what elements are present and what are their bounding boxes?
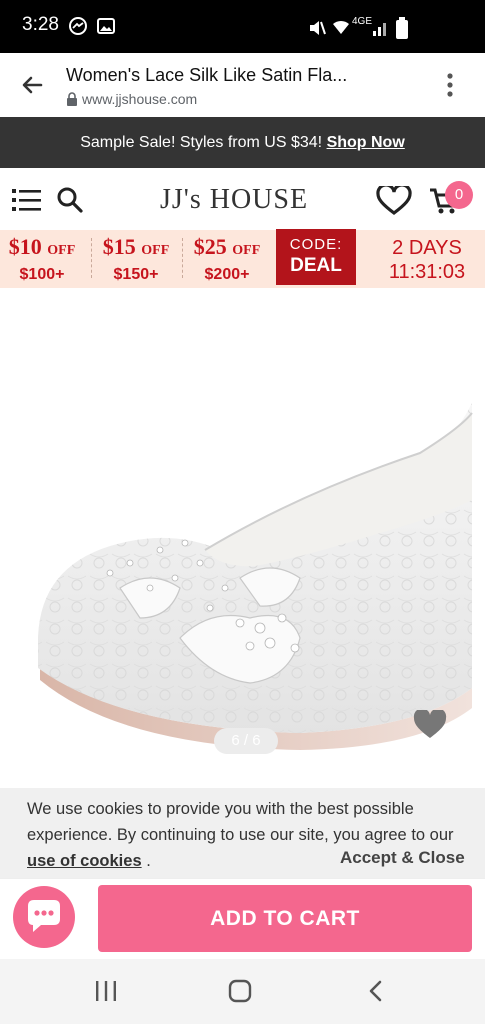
wishlist-heart-icon[interactable]: [376, 186, 412, 216]
countdown-days: 2 DAYS: [392, 237, 462, 259]
site-logo[interactable]: JJ's HOUSE: [160, 184, 308, 216]
messenger-icon: [69, 17, 87, 35]
cookie-text-end: .: [141, 852, 151, 870]
image-counter: 6 / 6: [214, 728, 278, 754]
deal-25-off: $25 OFF $200+: [185, 234, 269, 286]
search-icon[interactable]: [56, 186, 84, 214]
status-bar: 3:28 4GE: [0, 0, 485, 53]
hamburger-menu-icon[interactable]: [12, 188, 42, 212]
cookie-text: We use cookies to provide you with the b…: [27, 800, 454, 844]
url-display[interactable]: www.jjshouse.com: [66, 91, 197, 107]
chat-bubble-icon: [28, 900, 60, 932]
site-header: JJ's HOUSE 0: [0, 168, 485, 230]
url-text: www.jjshouse.com: [82, 91, 198, 107]
lock-icon: [67, 92, 77, 106]
add-to-wishlist-heart-icon[interactable]: [413, 710, 447, 740]
deal-off-label: OFF: [141, 243, 170, 258]
signal-icon: [373, 23, 386, 36]
back-arrow-icon[interactable]: [20, 73, 44, 97]
countdown-timer: 2 DAYS 11:31:03: [372, 236, 482, 284]
cart-count: 0: [454, 186, 464, 203]
deal-amount: $25: [193, 234, 227, 259]
home-icon[interactable]: [228, 979, 252, 1003]
deal-minimum: $150+: [113, 266, 159, 283]
shop-now-link[interactable]: Shop Now: [327, 134, 405, 151]
browser-url-bar: Women's Lace Silk Like Satin Fla... www.…: [0, 53, 485, 118]
cart-count-badge: 0: [445, 181, 473, 209]
cookie-notice: We use cookies to provide you with the b…: [0, 788, 485, 878]
battery-icon: [396, 17, 408, 39]
promo-code-label: CODE:: [289, 236, 343, 253]
more-options-icon[interactable]: [441, 71, 459, 99]
recent-apps-icon[interactable]: [94, 980, 118, 1002]
promo-code-value: DEAL: [290, 255, 342, 276]
wifi-icon: [333, 20, 349, 34]
deal-off-label: OFF: [232, 243, 261, 258]
status-time: 3:28: [22, 14, 59, 35]
gallery-icon: [97, 18, 115, 34]
page-title: Women's Lace Silk Like Satin Fla...: [66, 65, 348, 85]
deal-minimum: $200+: [204, 266, 250, 283]
network-type: 4GE: [352, 16, 373, 27]
promo-code-box: CODE: DEAL: [276, 229, 356, 285]
system-navigation-bar: [0, 959, 485, 1024]
deal-minimum: $100+: [19, 266, 65, 283]
deal-amount: $15: [102, 234, 136, 259]
back-icon[interactable]: [366, 979, 384, 1003]
divider: [182, 238, 183, 278]
status-notification-icons: [68, 16, 116, 36]
deal-off-label: OFF: [47, 243, 76, 258]
sale-banner: Sample Sale! Styles from US $34! Shop No…: [0, 117, 485, 168]
deal-amount: $10: [8, 234, 42, 259]
mute-icon: [310, 21, 326, 35]
add-to-cart-button[interactable]: ADD TO CART: [98, 885, 472, 952]
sale-banner-text: Sample Sale! Styles from US $34!: [80, 134, 323, 151]
accept-close-button[interactable]: Accept & Close: [340, 848, 465, 868]
divider: [91, 238, 92, 278]
deal-15-off: $15 OFF $150+: [94, 234, 178, 286]
use-of-cookies-link[interactable]: use of cookies: [27, 852, 142, 870]
deal-10-off: $10 OFF $100+: [0, 234, 84, 286]
chat-button[interactable]: [13, 886, 75, 948]
countdown-time: 11:31:03: [388, 261, 466, 283]
